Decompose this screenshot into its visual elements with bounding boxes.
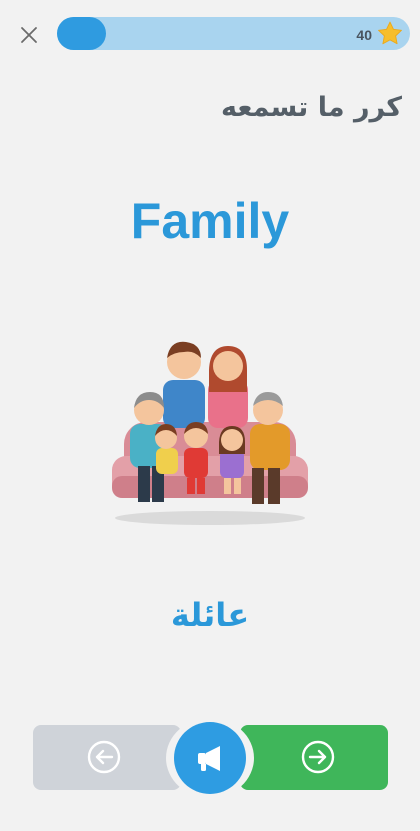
score-count: 40 (356, 27, 372, 43)
english-word: Family (130, 193, 290, 249)
progress-fill (57, 17, 107, 50)
play-audio-button[interactable] (174, 722, 246, 794)
instruction-text: كرر ما تسمعه (220, 92, 402, 123)
back-button[interactable] (33, 725, 181, 790)
arrow-right-circle-icon (301, 740, 335, 774)
megaphone-icon (198, 746, 220, 771)
progress-bar: 40 (57, 17, 410, 50)
family-illustration (112, 341, 308, 525)
star-icon (378, 21, 402, 45)
close-icon (21, 27, 37, 43)
arrow-left-circle-icon (87, 740, 121, 774)
arabic-word: عائلة (170, 596, 250, 634)
top-bar: 40 (0, 0, 420, 70)
bottom-controls (0, 718, 420, 798)
close-button[interactable] (14, 20, 44, 50)
next-button[interactable] (240, 725, 388, 790)
